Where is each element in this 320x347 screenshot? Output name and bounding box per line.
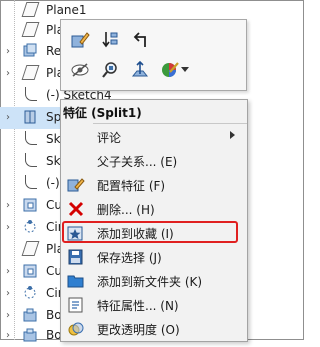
plane-icon — [21, 65, 40, 80]
plane-icon — [21, 22, 40, 37]
tree-item-circular-pattern[interactable]: › Cir — [0, 283, 63, 305]
menu-separator — [93, 123, 247, 124]
menu-item-label: 更改透明度 (O) — [97, 323, 180, 337]
tree-item-revolve[interactable]: › Re — [0, 41, 62, 63]
plane-icon — [21, 241, 40, 256]
save-selection-icon — [67, 249, 85, 265]
tree-item-circular-pattern[interactable]: › Cir — [0, 217, 63, 239]
tree-item-sketch[interactable]: Sk — [0, 151, 61, 173]
menu-item-configure-feature[interactable]: 配置特征 (F) — [61, 173, 247, 197]
revolve-feature-icon — [22, 43, 38, 59]
expand-icon[interactable]: › — [6, 310, 10, 321]
sketch-icon — [25, 131, 37, 145]
sketch-icon — [25, 175, 37, 189]
tree-item-boss[interactable]: › Bo — [0, 325, 62, 347]
tree-item-sketch[interactable]: Sk — [0, 129, 61, 151]
expand-icon[interactable]: › — [6, 200, 10, 211]
tree-item-plane[interactable]: Pla — [0, 239, 64, 261]
change-transparency-icon — [67, 321, 85, 337]
expand-icon[interactable]: › — [6, 112, 10, 123]
rollback-icon[interactable] — [127, 28, 153, 52]
hide-icon[interactable] — [67, 58, 93, 82]
feature-properties-icon — [67, 297, 85, 313]
expand-icon[interactable]: › — [6, 46, 10, 57]
menu-item-label: 配置特征 (F) — [97, 179, 166, 193]
sketch-icon — [25, 87, 37, 101]
highlight-box — [62, 221, 238, 243]
context-menu-title: 特征 (Split1) — [63, 106, 142, 120]
menu-item-add-to-new-folder[interactable]: 添加到新文件夹 (K) — [61, 269, 247, 293]
folder-icon — [67, 273, 85, 289]
menu-item-delete[interactable]: 删除... (H) — [61, 197, 247, 221]
sketch-icon — [25, 153, 37, 167]
tree-item-sketch4[interactable]: (-) Sketch4 — [0, 85, 112, 107]
tree-item-plane[interactable]: › Pla — [0, 63, 64, 85]
menu-item-comment[interactable]: 评论 — [61, 125, 247, 149]
appearance-dropdown-icon[interactable] — [179, 58, 191, 82]
tree-item-cut[interactable]: › Cu — [0, 261, 62, 283]
boss-feature-icon — [22, 327, 38, 343]
menu-item-label: 特征属性... (N) — [97, 299, 179, 313]
tree-item-label: Sp — [46, 110, 62, 124]
cut-feature-icon — [22, 197, 38, 213]
menu-item-label: 评论 — [97, 131, 122, 145]
delete-icon — [67, 201, 85, 217]
zoom-to-selection-icon[interactable] — [97, 58, 123, 82]
tree-item-label: Plane1 — [46, 3, 87, 17]
circular-pattern-icon — [22, 219, 38, 235]
tree-item-boss[interactable]: › Bo — [0, 305, 62, 327]
expand-icon[interactable]: › — [6, 288, 10, 299]
edit-feature-icon[interactable] — [67, 28, 93, 52]
expand-icon[interactable]: › — [6, 68, 10, 79]
menu-item-label: 保存选择 (J) — [97, 251, 162, 265]
menu-item-label: 父子关系... (E) — [97, 155, 178, 169]
menu-item-label: 添加到新文件夹 (K) — [97, 275, 203, 289]
menu-item-label: 删除... (H) — [97, 203, 155, 217]
expand-icon[interactable]: › — [6, 266, 10, 277]
tree-item-plane1[interactable]: Plane1 — [0, 0, 87, 22]
menu-item-parent-child[interactable]: 父子关系... (E) — [61, 149, 247, 173]
sort-down-icon[interactable] — [97, 28, 123, 52]
cut-feature-icon — [22, 263, 38, 279]
circular-pattern-icon — [22, 285, 38, 301]
expand-icon[interactable]: › — [6, 222, 10, 233]
tree-item-label: (-) — [46, 176, 60, 190]
normal-to-icon[interactable] — [127, 58, 153, 82]
tree-item-sketch-suppressed[interactable]: (-) — [0, 173, 60, 195]
menu-item-change-transparency[interactable]: 更改透明度 (O) — [61, 317, 247, 341]
split-feature-icon — [22, 109, 38, 125]
menu-item-save-selection[interactable]: 保存选择 (J) — [61, 245, 247, 269]
context-toolbar — [60, 19, 247, 91]
plane-icon — [21, 2, 40, 17]
tree-item-label: Sk — [46, 132, 61, 146]
tree-item-label: Sk — [46, 154, 61, 168]
tree-item-plane[interactable]: Pla — [0, 20, 64, 42]
tree-item-cut[interactable]: › Cu — [0, 195, 62, 217]
submenu-arrow-icon — [230, 131, 235, 139]
expand-icon[interactable]: › — [6, 330, 10, 341]
tree-item-split1[interactable]: › Sp — [0, 107, 62, 129]
configure-feature-icon — [67, 177, 85, 193]
menu-item-feature-properties[interactable]: 特征属性... (N) — [61, 293, 247, 317]
boss-feature-icon — [22, 307, 38, 323]
tree-item-label: Re — [46, 44, 62, 58]
